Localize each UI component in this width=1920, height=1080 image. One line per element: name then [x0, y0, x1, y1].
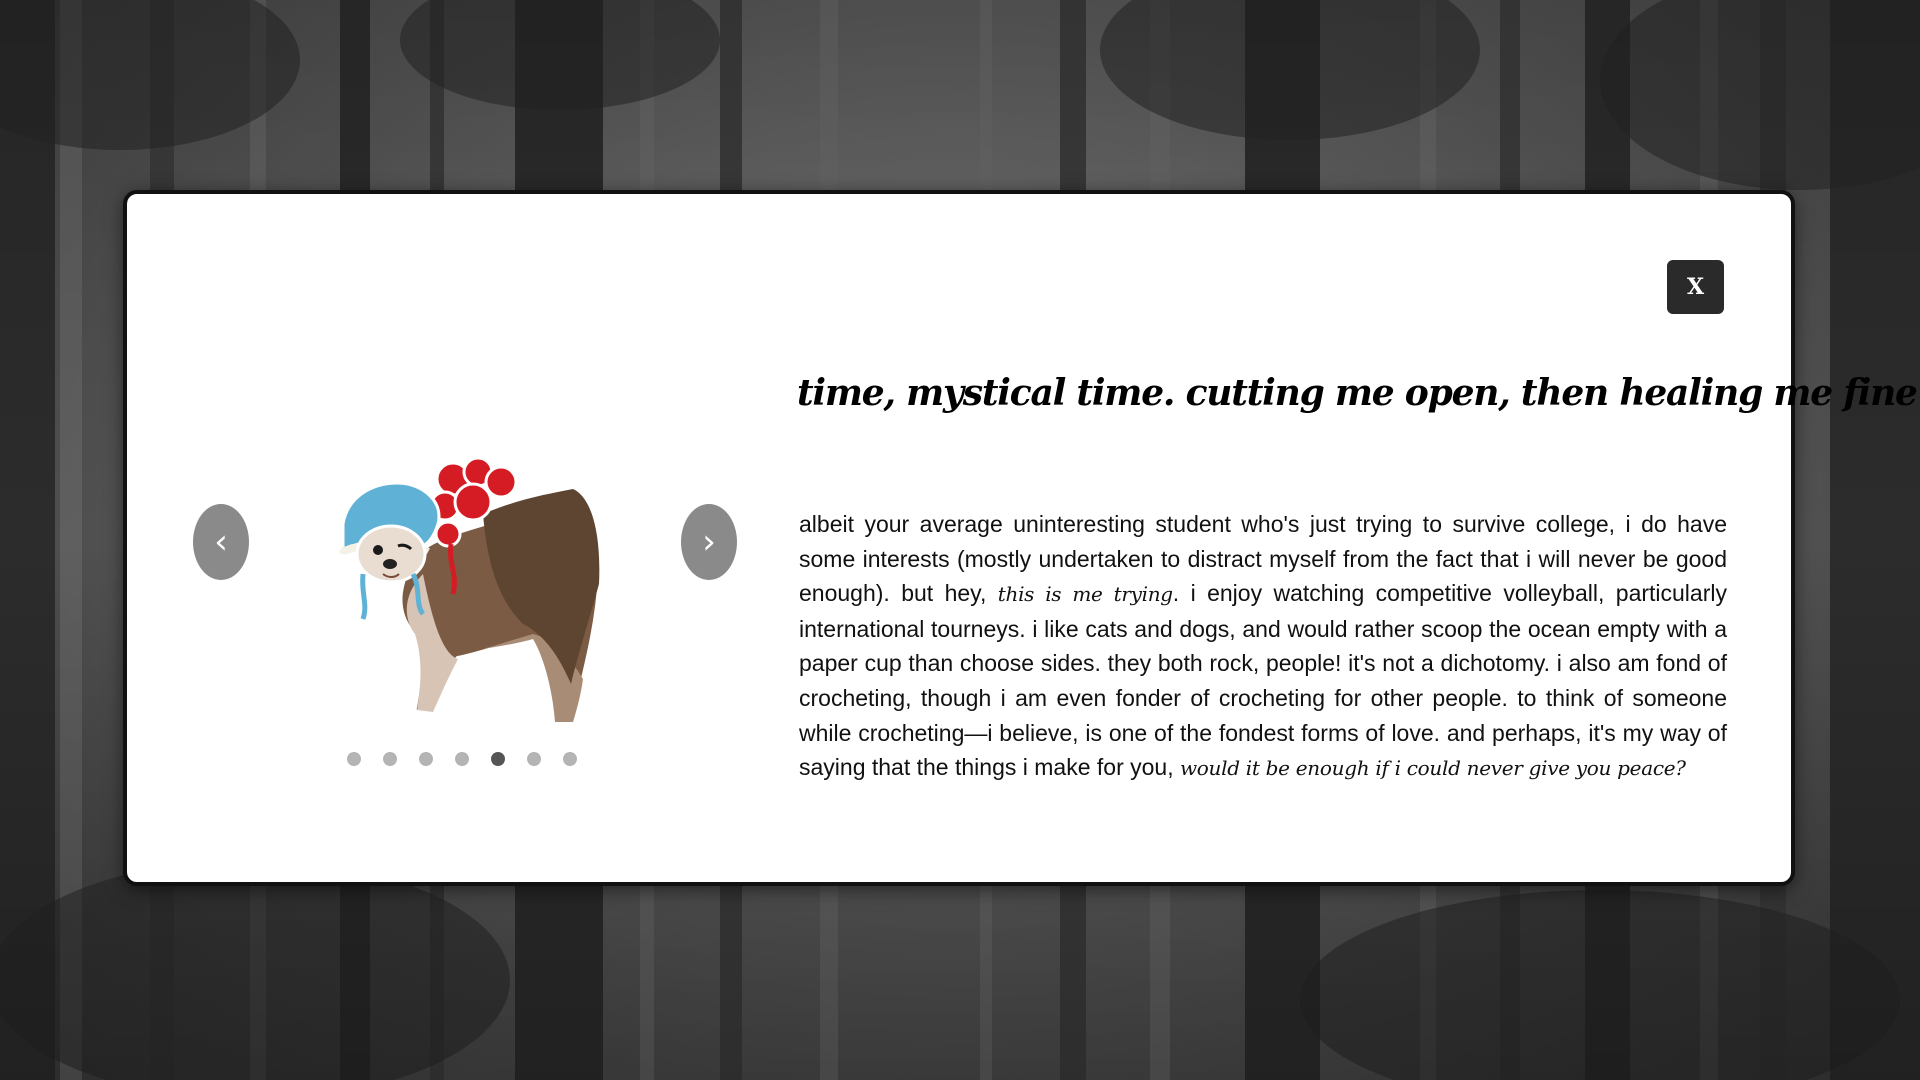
carousel-dot[interactable]	[563, 752, 577, 766]
carousel-dot[interactable]	[347, 752, 361, 766]
modal-headline: time, mystical time. cutting me open, th…	[797, 372, 1918, 414]
carousel-dot[interactable]	[455, 752, 469, 766]
image-carousel: ‹ ›	[193, 454, 737, 774]
modal-body-text: albeit your average uninteresting studen…	[799, 507, 1727, 786]
body-emphasis-1: this is me trying	[997, 582, 1173, 607]
about-modal: X ‹ › time, mystical time. cutting me op…	[123, 190, 1918, 886]
carousel-dot[interactable]	[419, 752, 433, 766]
carousel-dot[interactable]	[383, 752, 397, 766]
close-icon: X	[1686, 274, 1705, 300]
carousel-dot[interactable]	[527, 752, 541, 766]
carousel-next-button[interactable]: ›	[681, 504, 737, 580]
carousel-prev-button[interactable]: ‹	[193, 504, 249, 580]
carousel-dot-active[interactable]	[491, 752, 505, 766]
chevron-right-icon: ›	[702, 522, 716, 562]
body-text-part-2: . i enjoy watching competitive volleybal…	[799, 580, 1727, 781]
carousel-slide-image	[338, 456, 605, 726]
chevron-left-icon: ‹	[214, 522, 228, 562]
body-emphasis-2: would it be enough if i could never give…	[1179, 756, 1686, 781]
close-button[interactable]: X	[1667, 260, 1724, 314]
carousel-pagination	[347, 752, 577, 766]
